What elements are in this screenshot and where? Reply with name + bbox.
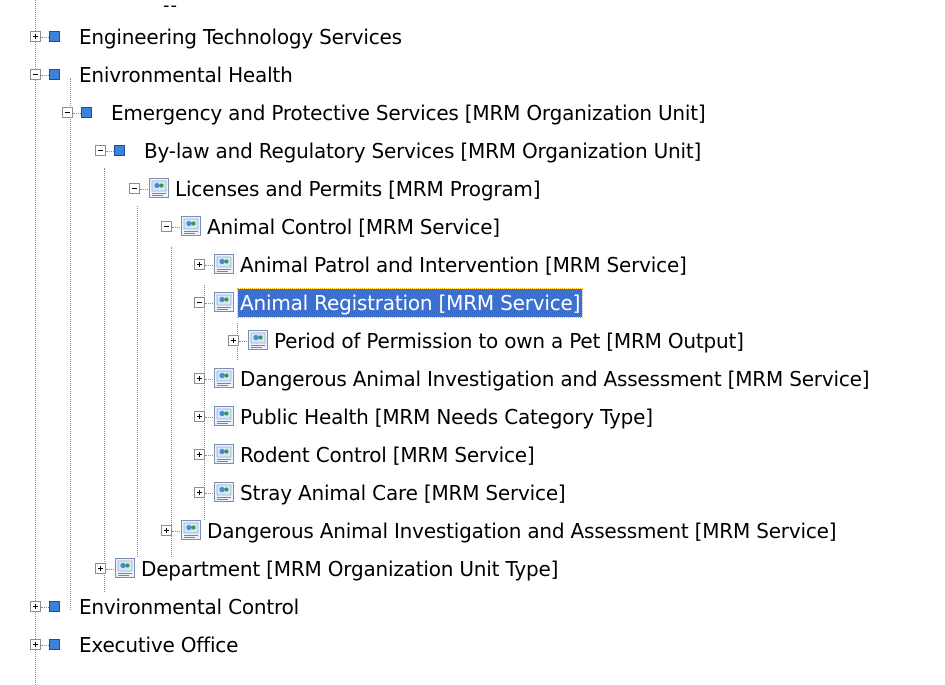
collapse-toggle-icon[interactable]	[161, 221, 172, 232]
tree-node-label[interactable]: Department [MRM Organization Unit Type]	[139, 555, 560, 583]
tree-node-department[interactable]: Department [MRM Organization Unit Type]	[0, 551, 945, 589]
document-icon	[214, 406, 234, 426]
expand-toggle-icon[interactable]	[161, 525, 172, 536]
expand-toggle-icon[interactable]	[95, 563, 106, 574]
tree-node-emergency-and-protective-services[interactable]: Emergency and Protective Services [MRM O…	[0, 95, 945, 133]
document-icon	[248, 330, 268, 350]
tree-node-label[interactable]: Environmental Control	[77, 593, 301, 621]
document-icon	[181, 216, 201, 236]
tree-connector-line	[239, 341, 247, 342]
expand-toggle-icon[interactable]	[194, 373, 205, 384]
tree-node-licenses-and-permits[interactable]: Licenses and Permits [MRM Program]	[0, 171, 945, 209]
collapse-toggle-icon[interactable]	[30, 69, 41, 80]
tree-node-dangerous-animal-investigation-and-assessment[interactable]: Dangerous Animal Investigation and Asses…	[0, 513, 945, 551]
tree-node-label[interactable]: Engineering Technology Services	[77, 23, 404, 51]
tree-node-label[interactable]: Licenses and Permits [MRM Program]	[173, 175, 542, 203]
tree-node-label[interactable]: Stray Animal Care [MRM Service]	[238, 479, 568, 507]
tree-node-enivronmental-health[interactable]: Enivronmental Health	[0, 57, 945, 95]
tree-connector-line	[106, 569, 114, 570]
expand-toggle-icon[interactable]	[228, 335, 239, 346]
blue-square-icon	[49, 69, 60, 80]
tree-connector-line	[205, 379, 213, 380]
tree-node-environmental-control[interactable]: Environmental Control	[0, 589, 945, 627]
collapse-toggle-icon[interactable]	[95, 145, 106, 156]
tree-node-label[interactable]: Rodent Control [MRM Service]	[238, 441, 536, 469]
blue-square-icon	[49, 601, 60, 612]
expand-toggle-icon[interactable]	[194, 487, 205, 498]
expand-toggle-icon[interactable]	[194, 449, 205, 460]
expand-toggle-icon[interactable]	[194, 411, 205, 422]
tree-connector-line	[73, 113, 81, 114]
document-icon	[214, 482, 234, 502]
tree-node-label[interactable]: Dangerous Animal Investigation and Asses…	[205, 517, 838, 545]
tree-node-dangerous-animal-investigation-and-assessment[interactable]: Dangerous Animal Investigation and Asses…	[0, 361, 945, 399]
blue-square-icon	[114, 145, 125, 156]
expand-toggle-icon[interactable]	[194, 259, 205, 270]
expand-toggle-icon[interactable]	[30, 639, 41, 650]
tree-connector-line	[41, 645, 49, 646]
tree-node-engineering-technology-services[interactable]: Engineering Technology Services	[0, 19, 945, 57]
tree-node-animal-control[interactable]: Animal Control [MRM Service]	[0, 209, 945, 247]
tree-node-label[interactable]: Public Health [MRM Needs Category Type]	[238, 403, 655, 431]
document-icon	[214, 292, 234, 312]
tree-connector-line	[140, 189, 148, 190]
tree-node-by-law-and-regulatory-services[interactable]: By-law and Regulatory Services [MRM Orga…	[0, 133, 945, 171]
document-icon	[214, 444, 234, 464]
collapse-toggle-icon[interactable]	[194, 297, 205, 308]
tree-node-label-selected[interactable]: Animal Registration [MRM Service]	[236, 288, 584, 318]
tree-connector-line	[205, 455, 213, 456]
tree-node-label[interactable]: Animal Patrol and Intervention [MRM Serv…	[238, 251, 689, 279]
tree-connector-line	[205, 417, 213, 418]
tree-connector-line	[106, 151, 114, 152]
tree-node-stray-animal-care[interactable]: Stray Animal Care [MRM Service]	[0, 475, 945, 513]
tree-connector-line	[205, 265, 213, 266]
document-icon	[149, 178, 169, 198]
tree-node-label[interactable]: Period of Permission to own a Pet [MRM O…	[272, 327, 746, 355]
tree-connector-line	[205, 493, 213, 494]
collapse-toggle-icon[interactable]	[129, 183, 140, 194]
document-icon	[214, 254, 234, 274]
collapse-toggle-icon[interactable]	[62, 107, 73, 118]
tree-view[interactable]: -- Engineering Technology Services Enivro…	[0, 0, 945, 685]
tree-node-label[interactable]: Executive Office	[77, 631, 240, 659]
tree-node-label[interactable]: Dangerous Animal Investigation and Asses…	[238, 365, 871, 393]
tree-node-label[interactable]: Enivronmental Health	[77, 61, 295, 89]
top-text-fragment: --	[163, 0, 178, 16]
tree-node-label[interactable]: By-law and Regulatory Services [MRM Orga…	[142, 137, 703, 165]
expand-toggle-icon[interactable]	[30, 31, 41, 42]
document-icon	[181, 520, 201, 540]
tree-connector-line	[172, 227, 180, 228]
tree-node-period-of-permission-to-own-a-pet[interactable]: Period of Permission to own a Pet [MRM O…	[0, 323, 945, 361]
document-icon	[115, 558, 135, 578]
blue-square-icon	[81, 107, 92, 118]
tree-node-animal-patrol-and-intervention[interactable]: Animal Patrol and Intervention [MRM Serv…	[0, 247, 945, 285]
document-icon	[214, 368, 234, 388]
tree-connector-line	[41, 37, 49, 38]
tree-node-executive-office[interactable]: Executive Office	[0, 627, 945, 665]
tree-connector-line	[205, 303, 213, 304]
blue-square-icon	[49, 639, 60, 650]
tree-connector-line	[41, 607, 49, 608]
tree-connector-line	[41, 75, 49, 76]
tree-node-label[interactable]: Animal Control [MRM Service]	[205, 213, 502, 241]
tree-node-label[interactable]: Emergency and Protective Services [MRM O…	[109, 99, 708, 127]
tree-node-rodent-control[interactable]: Rodent Control [MRM Service]	[0, 437, 945, 475]
blue-square-icon	[49, 31, 60, 42]
tree-node-public-health[interactable]: Public Health [MRM Needs Category Type]	[0, 399, 945, 437]
expand-toggle-icon[interactable]	[30, 601, 41, 612]
tree-node-animal-registration[interactable]: Animal Registration [MRM Service]	[0, 285, 945, 323]
tree-connector-line	[172, 531, 180, 532]
